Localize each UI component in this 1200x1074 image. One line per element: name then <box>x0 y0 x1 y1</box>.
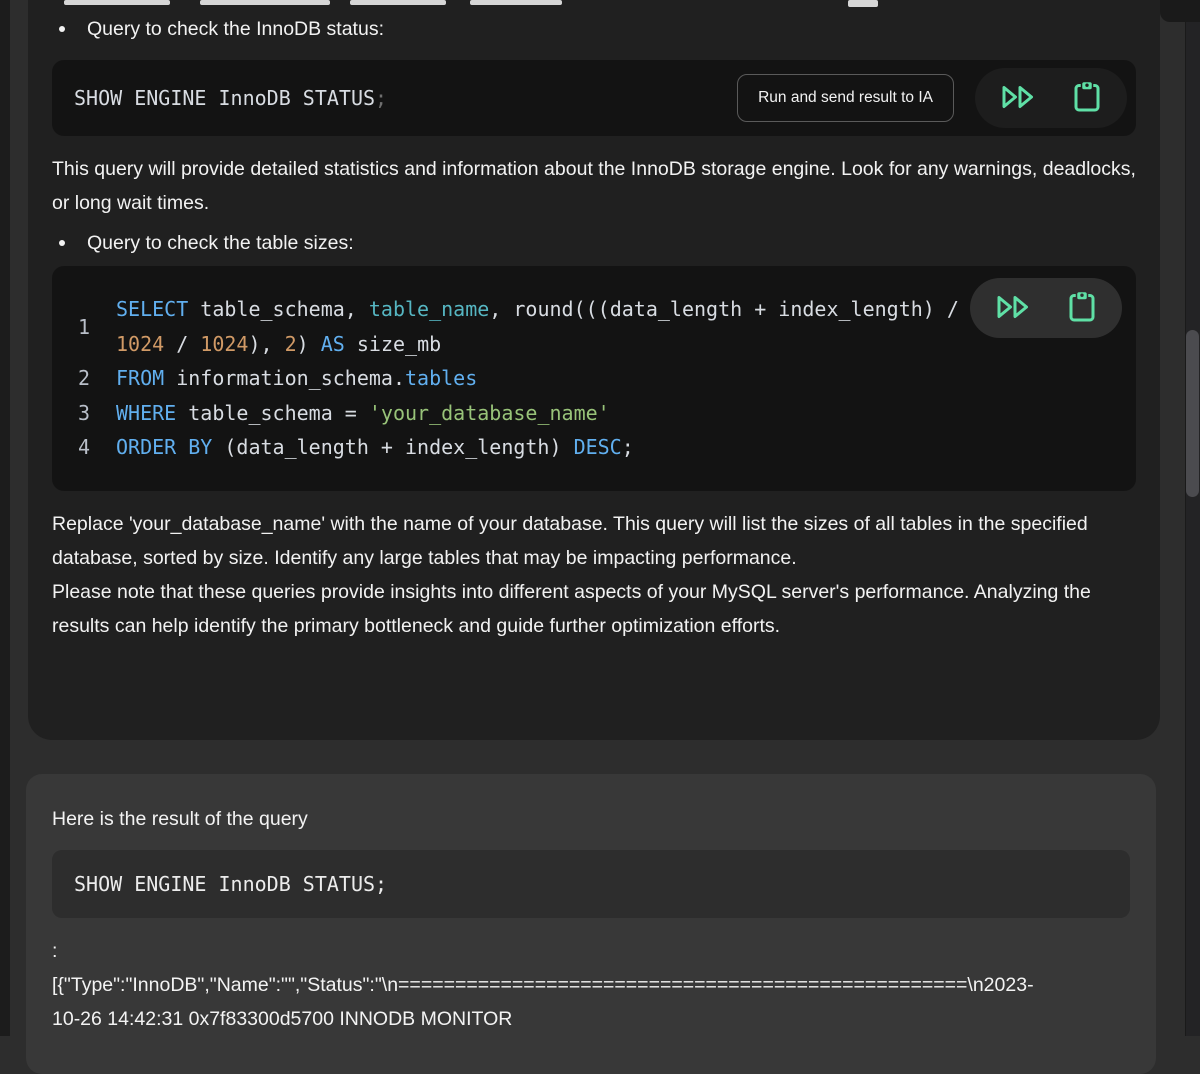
paragraph-replace-instruction: Replace 'your_database_name' with the na… <box>52 507 1136 575</box>
result-heading: Here is the result of the query <box>52 806 1130 832</box>
clipped-text-fragment <box>200 0 330 5</box>
clipped-text-fragment <box>848 0 878 7</box>
top-right-corner <box>1160 0 1200 22</box>
scrollbar-track[interactable] <box>1185 0 1200 1036</box>
bullet-item-label: Query to check the InnoDB status: <box>87 14 384 44</box>
fast-forward-icon <box>995 294 1031 323</box>
line-number: 3 <box>52 401 116 425</box>
code-actions-pill <box>975 68 1127 128</box>
result-message-card: Here is the result of the query SHOW ENG… <box>26 774 1156 1074</box>
window-left-edge <box>0 0 10 1036</box>
code-block-result-query: SHOW ENGINE InnoDB STATUS; <box>52 850 1130 918</box>
bullet-item-label: Query to check the table sizes: <box>87 228 354 258</box>
result-line: [{"Type":"InnoDB","Name":"","Status":"\n… <box>52 968 1130 1002</box>
code-row: FROM information_schema.tables <box>116 361 477 396</box>
scrollbar-thumb[interactable] <box>1186 330 1199 497</box>
code-row: SELECT table_schema, table_name, round((… <box>116 292 959 327</box>
run-and-send-button[interactable]: Run and send result to IA <box>737 74 954 122</box>
run-query-button[interactable] <box>995 294 1031 323</box>
line-number: 2 <box>52 366 116 390</box>
bullet-item-innodb-status: Query to check the InnoDB status: <box>52 14 1136 44</box>
code-row: WHERE table_schema = 'your_database_name… <box>116 396 610 431</box>
clipboard-icon <box>1072 80 1102 117</box>
line-number: 4 <box>52 435 116 459</box>
clipped-text-fragment <box>64 0 170 5</box>
result-line: 10-26 14:42:31 0x7f83300d5700 INNODB MON… <box>52 1002 1130 1036</box>
result-colon: : <box>52 936 1130 966</box>
assistant-message-card: Query to check the InnoDB status: Run an… <box>28 0 1160 740</box>
code-row: ORDER BY (data_length + index_length) DE… <box>116 430 634 465</box>
code-row: 1024 / 1024), 2) AS size_mb <box>116 327 959 362</box>
query-result-output: [{"Type":"InnoDB","Name":"","Status":"\n… <box>52 968 1130 1036</box>
copy-button[interactable] <box>1067 290 1097 327</box>
line-number: 1 <box>52 315 116 339</box>
copy-button[interactable] <box>1072 80 1102 117</box>
bullet-item-table-sizes: Query to check the table sizes: <box>52 228 1136 258</box>
clipped-text-fragment <box>470 0 562 5</box>
fast-forward-icon <box>1000 84 1036 113</box>
bullet-dot <box>59 240 65 246</box>
paragraph-note: Please note that these queries provide i… <box>52 575 1136 643</box>
code-block-show-engine: Run and send result to IA SHOW ENGINE In… <box>52 60 1136 136</box>
clipboard-icon <box>1067 290 1097 327</box>
code-row: SHOW ENGINE InnoDB STATUS; <box>74 81 387 116</box>
paragraph-innodb-explanation: This query will provide detailed statist… <box>52 152 1136 220</box>
run-query-button[interactable] <box>1000 84 1036 113</box>
clipped-text-fragment <box>350 0 446 5</box>
code-row: SHOW ENGINE InnoDB STATUS; <box>74 867 387 902</box>
code-actions-pill <box>970 278 1122 338</box>
bullet-dot <box>59 26 65 32</box>
code-block-table-sizes: 1SELECT table_schema, table_name, round(… <box>52 266 1136 491</box>
